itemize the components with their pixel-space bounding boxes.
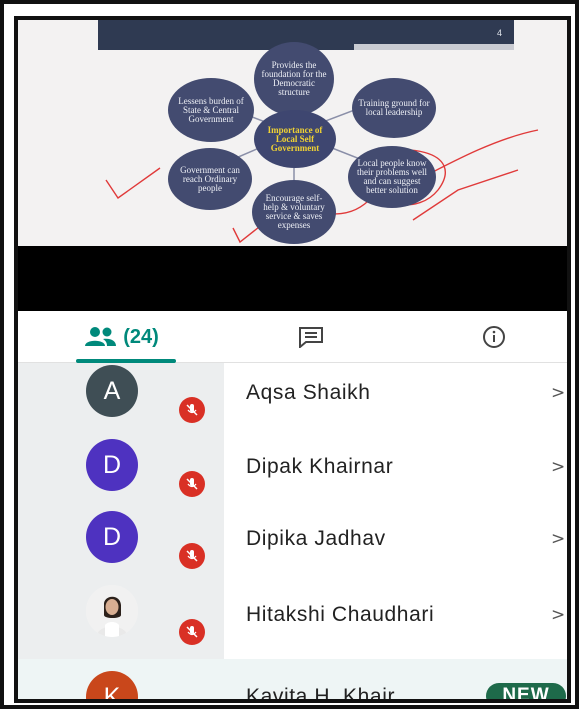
mic-off-icon [179, 543, 205, 569]
avatar: A [86, 365, 138, 417]
tab-people[interactable]: (24) [56, 311, 186, 363]
avatar-photo [86, 585, 138, 637]
mic-off-icon [179, 619, 205, 645]
slide-node-4: Encourage self-help & voluntary service … [252, 180, 336, 244]
participant-list: A Aqsa Shaikh > D Dipak Khairnar > D Dip… [18, 363, 567, 703]
person-photo-icon [86, 585, 138, 637]
participant-count: (24) [123, 325, 159, 348]
slide-node-3: Local people know their problems well an… [348, 146, 436, 208]
people-icon [85, 327, 117, 346]
tab-info[interactable] [474, 311, 514, 363]
slide-node-1: Provides the foundation for the Democrat… [254, 42, 334, 116]
outer-frame: 4 Provides the foundation for the Democr… [0, 0, 579, 709]
chevron-right-icon[interactable]: > [551, 457, 565, 477]
participant-name: Dipika Jadhav [246, 527, 386, 550]
mic-off-icon [179, 699, 205, 703]
slide-node-6: Lessens burden of State & Central Govern… [168, 78, 254, 142]
list-item[interactable]: A Aqsa Shaikh > [18, 365, 567, 438]
participant-name: Dipak Khairnar [246, 455, 394, 478]
list-item[interactable]: D Dipak Khairnar > [18, 439, 567, 512]
chevron-right-icon[interactable]: > [551, 605, 565, 625]
video-letterbox [18, 246, 567, 311]
mic-off-icon [179, 471, 205, 497]
avatar: K [86, 671, 138, 699]
screen: 4 Provides the foundation for the Democr… [14, 16, 571, 703]
new-badge: NEW [486, 683, 566, 699]
list-item[interactable]: Hitakshi Chaudhari > [18, 585, 567, 658]
slide-node-2: Training ground for local leadership [352, 78, 436, 138]
slide-center-node: Importance of Local Self Government [254, 110, 336, 168]
list-item[interactable]: D Dipika Jadhav > [18, 511, 567, 584]
participant-name: Hitakshi Chaudhari [246, 603, 435, 626]
avatar: D [86, 439, 138, 491]
info-icon [483, 326, 505, 348]
mic-off-icon [179, 397, 205, 423]
participant-name: Kavita H. Khair... [246, 685, 414, 703]
participant-name: Aqsa Shaikh [246, 381, 371, 404]
slide-node-5: Government can reach Ordinary people [168, 148, 252, 210]
chat-icon [299, 327, 323, 348]
panel-tabs: (24) [18, 311, 567, 363]
shared-slide: 4 Provides the foundation for the Democr… [18, 20, 567, 246]
avatar: D [86, 511, 138, 563]
chevron-right-icon[interactable]: > [551, 529, 565, 549]
chevron-right-icon[interactable]: > [551, 383, 565, 403]
tab-chat[interactable] [286, 311, 336, 363]
list-item[interactable]: K Kavita H. Khair... NEW [18, 659, 567, 703]
